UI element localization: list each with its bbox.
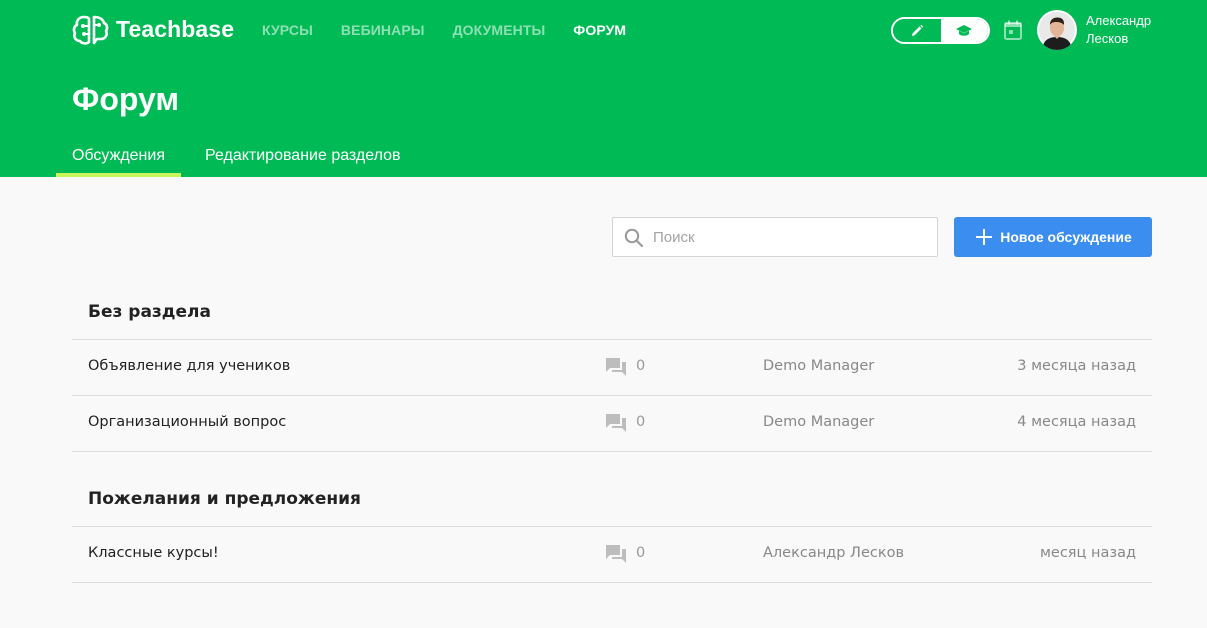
discussion-time: 4 месяца назад bbox=[1017, 414, 1136, 430]
search-input[interactable] bbox=[653, 218, 933, 256]
discussion-time: 3 месяца назад bbox=[1017, 358, 1136, 374]
page-title: Форум bbox=[72, 81, 180, 117]
forum-section-suggestions: Пожелания и предложения Классные курсы! … bbox=[72, 471, 1152, 583]
main-nav: КУРСЫ ВЕБИНАРЫ ДОКУМЕНТЫ ФОРУМ bbox=[262, 20, 654, 40]
comment-count: 0 bbox=[636, 358, 646, 374]
calendar-icon[interactable] bbox=[1004, 20, 1022, 40]
section-title: Пожелания и предложения bbox=[88, 488, 361, 509]
search-icon bbox=[624, 228, 644, 248]
pencil-icon bbox=[911, 24, 923, 36]
nav-item-courses[interactable]: КУРСЫ bbox=[262, 20, 313, 40]
discussion-time: месяц назад bbox=[1039, 545, 1136, 561]
forum-tabs: Обсуждения Редактирование разделов bbox=[56, 139, 417, 177]
discussion-author: Demo Manager bbox=[763, 358, 875, 374]
user-first-name: Александр bbox=[1086, 13, 1152, 28]
nav-item-documents[interactable]: ДОКУМЕНТЫ bbox=[453, 20, 546, 40]
brand-name: Teachbase bbox=[116, 16, 235, 42]
discussion-row[interactable]: Организационный вопрос 0 Demo Manager 4 … bbox=[72, 396, 1152, 452]
top-bar: Teachbase КУРСЫ ВЕБИНАРЫ ДОКУМЕНТЫ ФОРУМ bbox=[0, 0, 1207, 177]
new-discussion-button[interactable]: Новое обсуждение bbox=[954, 217, 1152, 257]
user-photo bbox=[1039, 12, 1075, 50]
nav-item-forum[interactable]: ФОРУМ bbox=[573, 20, 626, 40]
user-name[interactable]: Александр Лесков bbox=[1086, 12, 1186, 48]
tab-edit-sections[interactable]: Редактирование разделов bbox=[189, 139, 417, 177]
brand-logo[interactable]: Teachbase bbox=[72, 13, 234, 46]
user-avatar[interactable] bbox=[1037, 10, 1077, 50]
discussion-author: Demo Manager bbox=[763, 414, 875, 430]
comment-count: 0 bbox=[636, 414, 646, 430]
comments-icon bbox=[606, 358, 626, 376]
discussion-title[interactable]: Объявление для учеников bbox=[88, 358, 290, 374]
discussion-author: Александр Лесков bbox=[763, 545, 905, 561]
tab-discussions[interactable]: Обсуждения bbox=[56, 139, 181, 177]
search-box bbox=[612, 217, 938, 257]
discussion-title[interactable]: Организационный вопрос bbox=[88, 414, 286, 430]
forum-section-no-category: Без раздела Объявление для учеников 0 De… bbox=[72, 284, 1152, 452]
brain-logo-icon bbox=[72, 15, 109, 45]
learn-mode-button[interactable] bbox=[940, 19, 988, 42]
discussion-row[interactable]: Классные курсы! 0 Александр Лесков месяц… bbox=[72, 527, 1152, 583]
user-last-name: Лесков bbox=[1086, 31, 1129, 46]
edit-mode-button[interactable] bbox=[893, 19, 941, 42]
comments-icon bbox=[606, 414, 626, 432]
comment-count: 0 bbox=[636, 545, 646, 561]
section-header: Пожелания и предложения bbox=[72, 471, 1152, 527]
plus-icon bbox=[976, 229, 993, 245]
new-discussion-label: Новое обсуждение bbox=[1000, 229, 1132, 245]
section-header: Без раздела bbox=[72, 284, 1152, 340]
section-title: Без раздела bbox=[88, 301, 211, 322]
mode-toggle bbox=[891, 17, 990, 44]
comments-icon bbox=[606, 545, 626, 563]
discussion-title[interactable]: Классные курсы! bbox=[88, 545, 219, 561]
discussion-row[interactable]: Объявление для учеников 0 Demo Manager 3… bbox=[72, 340, 1152, 396]
nav-item-webinars[interactable]: ВЕБИНАРЫ bbox=[341, 20, 425, 40]
graduation-cap-icon bbox=[956, 24, 973, 36]
